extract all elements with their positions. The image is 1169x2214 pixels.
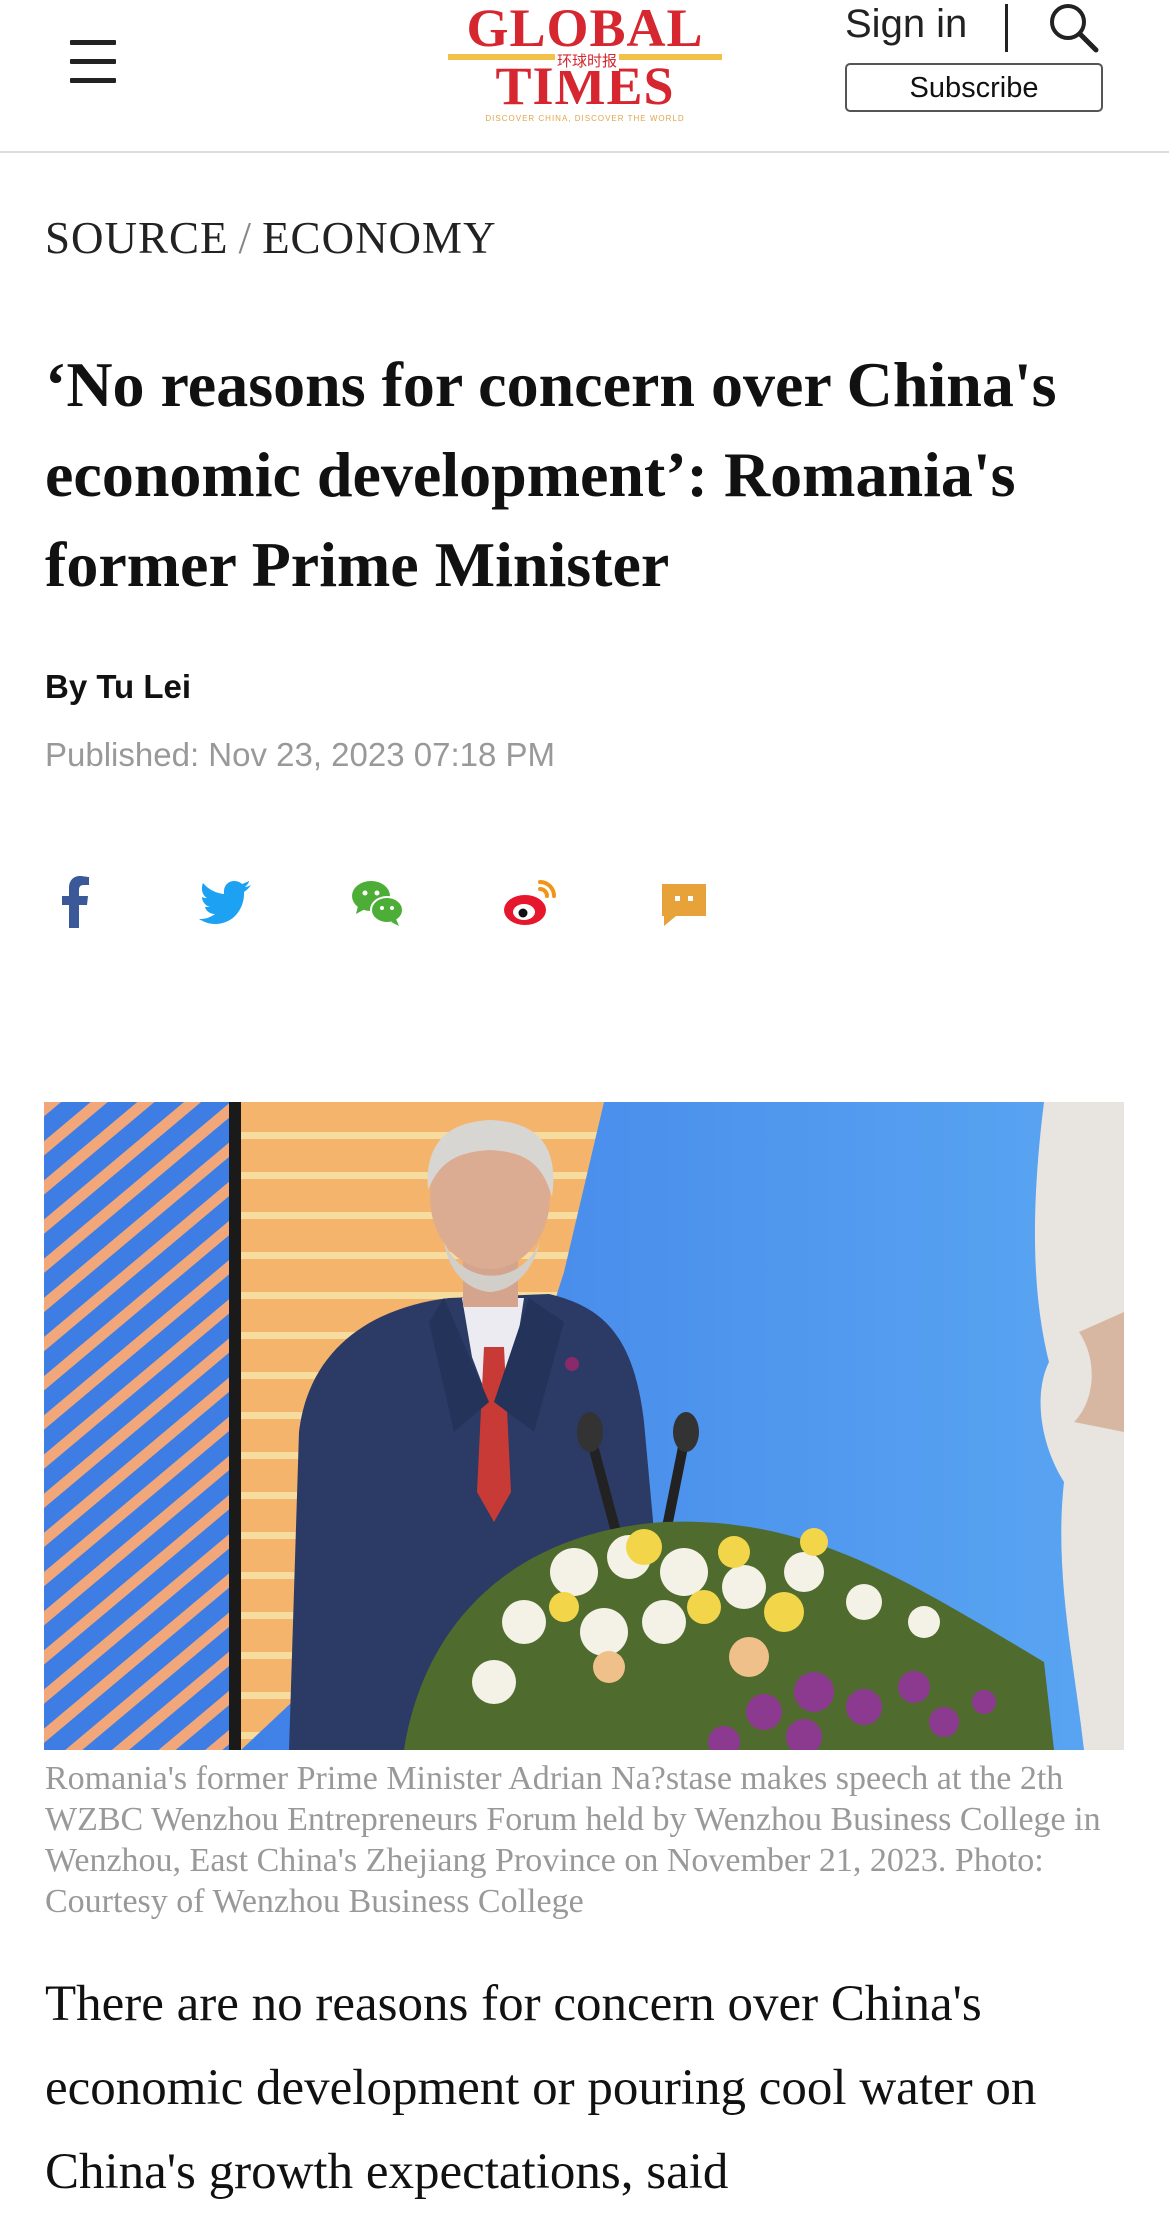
site-header: GLOBAL 环球时报 TIMES DISCOVER CHINA, DISCOV…: [0, 0, 1169, 153]
logo-line-global: GLOBAL: [466, 0, 704, 58]
twitter-icon[interactable]: [196, 872, 256, 932]
article-byline: By Tu Lei: [45, 668, 192, 705]
logo-chinese-text: 环球时报: [555, 50, 620, 71]
comment-icon[interactable]: [654, 872, 714, 932]
breadcrumb: SOURCE / ECONOMY: [45, 212, 497, 264]
wechat-icon[interactable]: [348, 872, 408, 932]
breadcrumb-economy[interactable]: ECONOMY: [262, 213, 497, 263]
photo-caption: Romania's former Prime Minister Adrian N…: [45, 1760, 1101, 1920]
weibo-icon[interactable]: [500, 872, 560, 932]
logo-tagline: DISCOVER CHINA, DISCOVER THE WORLD: [485, 114, 685, 123]
article-headline: ‘No reasons for concern over China's eco…: [45, 349, 1057, 600]
breadcrumb-source[interactable]: SOURCE: [45, 213, 229, 263]
search-icon[interactable]: [1046, 0, 1100, 54]
sign-in-link[interactable]: Sign in: [845, 2, 967, 47]
article-photo: [44, 1102, 1124, 1750]
article-body-paragraph: There are no reasons for concern over Ch…: [45, 1976, 1037, 2200]
header-divider: [1005, 4, 1008, 52]
published-date: Published: Nov 23, 2023 07:18 PM: [45, 736, 556, 773]
subscribe-button[interactable]: Subscribe: [845, 63, 1103, 112]
hamburger-menu-icon[interactable]: [70, 40, 120, 90]
breadcrumb-separator: /: [238, 213, 253, 263]
global-times-logo[interactable]: GLOBAL 环球时报 TIMES DISCOVER CHINA, DISCOV…: [440, 0, 730, 126]
facebook-icon[interactable]: [46, 872, 106, 932]
